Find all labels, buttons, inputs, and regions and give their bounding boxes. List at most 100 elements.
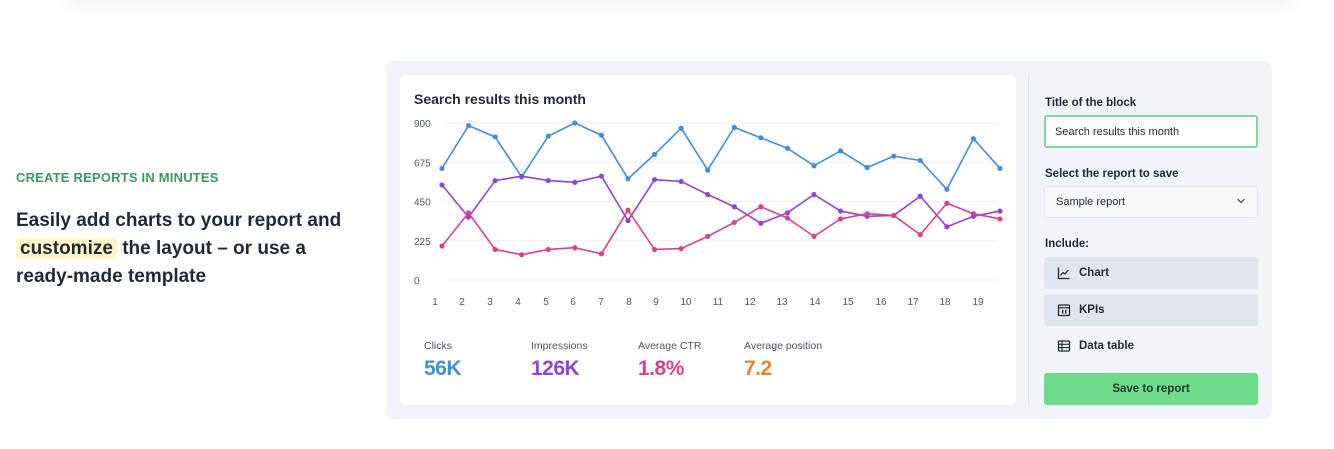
data-point — [944, 200, 950, 206]
kpi-value: 7.2 — [744, 357, 772, 380]
x-tick-label: 2 — [459, 297, 465, 308]
x-tick-label: 6 — [570, 297, 576, 308]
data-point — [705, 167, 711, 173]
data-point — [705, 191, 711, 198]
report-select-value: Sample report — [1056, 196, 1126, 208]
data-point — [678, 246, 684, 252]
data-point — [758, 220, 764, 226]
data-point — [625, 218, 631, 224]
x-tick-label: 1 — [432, 297, 438, 308]
kpi-impressions: Impressions 126K — [531, 340, 588, 381]
data-point — [598, 173, 605, 179]
data-point — [864, 164, 870, 171]
data-point — [678, 178, 684, 185]
data-point — [465, 210, 472, 216]
include-option-data-table[interactable]: Data table — [1044, 330, 1258, 362]
data-point — [784, 215, 791, 221]
include-option-kpis[interactable]: KPIs — [1044, 294, 1258, 326]
x-tick-label: 8 — [626, 297, 632, 308]
data-point — [758, 204, 764, 210]
data-point — [439, 182, 445, 188]
x-tick-label: 12 — [744, 297, 756, 308]
data-point — [705, 233, 711, 239]
data-point — [492, 134, 498, 140]
headline: Easily add charts to your report and cus… — [16, 207, 346, 291]
x-tick-label: 17 — [907, 297, 919, 308]
include-option-label: Data table — [1079, 340, 1134, 352]
block-settings-panel: Title of the block Select the report to … — [1044, 61, 1258, 419]
kpi-label: Average CTR — [638, 340, 702, 352]
data-point — [731, 204, 737, 210]
data-point — [811, 233, 817, 239]
data-point — [970, 136, 977, 142]
data-point — [997, 208, 1003, 214]
x-tick-label: 3 — [487, 297, 493, 308]
include-label: Include: — [1045, 238, 1090, 250]
data-point — [598, 132, 605, 138]
data-point — [837, 208, 844, 214]
line-chart: 90067545022501 2 3 4 5 6 7 8 9 10 11 12 13 14 15 16 17 18… — [414, 119, 1003, 308]
data-point — [917, 193, 923, 199]
block-title-input[interactable] — [1044, 115, 1258, 148]
data-point — [837, 148, 844, 154]
include-option-label: KPIs — [1079, 304, 1105, 316]
kpi-label: Impressions — [531, 340, 588, 352]
data-point — [651, 246, 658, 253]
data-point — [572, 179, 578, 185]
x-tick-label: 13 — [776, 297, 788, 308]
kpi-value: 126K — [531, 357, 580, 380]
kpi-value: 1.8% — [638, 357, 684, 380]
data-point — [891, 153, 897, 159]
x-tick-label: 9 — [653, 297, 659, 308]
headline-part1: Easily add charts to your report and — [16, 210, 342, 231]
panel-divider — [1028, 75, 1029, 405]
data-point — [651, 177, 658, 183]
y-tick-label: 225 — [414, 237, 431, 248]
title-field-label: Title of the block — [1045, 97, 1137, 109]
kpi-label: Clicks — [424, 340, 452, 352]
kpi-average-ctr: Average CTR 1.8% — [638, 340, 701, 381]
kpi-average-position: Average position 7.2 — [744, 340, 822, 381]
data-point — [572, 245, 578, 251]
x-tick-label: 15 — [842, 297, 854, 308]
data-point — [864, 211, 870, 217]
data-point — [997, 216, 1003, 222]
data-point — [492, 177, 498, 184]
report-select[interactable]: Sample report — [1044, 186, 1258, 218]
series-line — [441, 202, 1001, 256]
data-point — [439, 165, 445, 171]
data-point — [678, 125, 684, 131]
headline-highlight: customize — [16, 238, 117, 259]
report-field-label: Select the report to save — [1045, 168, 1179, 180]
data-point — [784, 210, 791, 216]
y-tick-label: 450 — [414, 198, 431, 209]
y-tick-label: 675 — [414, 158, 431, 169]
chevron-down-icon — [1236, 196, 1246, 209]
x-tick-label: 7 — [598, 297, 604, 308]
series-line — [441, 122, 1001, 191]
calendar-icon — [1057, 303, 1071, 317]
eyebrow-label: CREATE REPORTS IN MINUTES — [16, 170, 219, 185]
data-point — [917, 157, 923, 164]
data-point — [625, 207, 631, 213]
x-tick-label: 16 — [875, 297, 887, 308]
kpi-value: 56K — [424, 357, 462, 380]
data-point — [811, 191, 817, 198]
line-chart-icon — [1057, 266, 1071, 280]
data-point — [917, 232, 923, 238]
report-builder-card: Search results this month 900 675 450 225 0 1… — [386, 61, 1272, 419]
data-point — [439, 243, 445, 249]
include-option-chart[interactable]: Chart — [1044, 257, 1258, 289]
y-tick-label: 0 — [414, 276, 420, 287]
x-tick-label: 19 — [972, 297, 984, 308]
kpi-label: Average position — [744, 340, 823, 352]
data-point — [731, 124, 737, 130]
data-point — [572, 120, 578, 126]
data-point — [944, 224, 950, 230]
data-point — [598, 251, 605, 257]
save-to-report-button[interactable]: Save to report — [1044, 373, 1258, 405]
x-tick-label: 5 — [543, 297, 549, 308]
data-point — [944, 186, 950, 192]
x-tick-label: 18 — [939, 297, 951, 308]
x-tick-label: 10 — [680, 297, 692, 308]
